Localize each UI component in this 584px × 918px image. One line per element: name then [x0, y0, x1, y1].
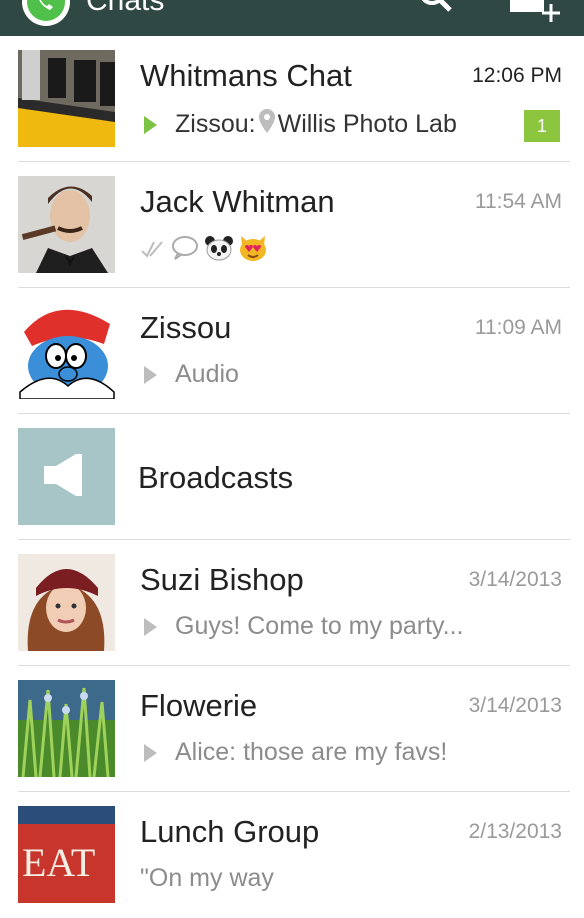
avatar — [18, 302, 115, 399]
chat-name: Suzi Bishop — [140, 562, 304, 597]
audio-indicator-icon — [144, 365, 157, 384]
avatar — [18, 680, 115, 777]
chat-preview-text: "On my way — [140, 864, 274, 892]
chat-name: Flowerie — [140, 688, 258, 723]
heart-eyes-cat-emoji-icon — [238, 234, 268, 269]
location-pin-icon — [258, 108, 276, 141]
screen-title: Chats — [86, 0, 165, 17]
chat-time: 11:09 AM — [474, 316, 562, 339]
chat-preview-text: Audio — [175, 360, 239, 388]
chat-preview — [140, 234, 272, 269]
avatar — [18, 554, 115, 651]
chat-name: Broadcasts — [138, 460, 294, 495]
chat-row-whitmans-chat[interactable]: Whitmans Chat 12:06 PM Zissou: Willis Ph… — [0, 36, 584, 162]
chat-name: Lunch Group — [140, 814, 320, 849]
app-bar: Chats — [0, 0, 584, 36]
chat-time: 12:06 PM — [472, 64, 562, 87]
chat-preview: Audio — [140, 360, 239, 389]
panda-emoji-icon — [204, 235, 234, 268]
avatar: EAT — [18, 806, 115, 903]
broadcast-avatar — [18, 428, 115, 525]
whatsapp-logo-icon — [18, 0, 74, 35]
chat-preview-text: Alice: those are my favs! — [175, 738, 448, 766]
chat-preview: "On my way — [140, 864, 274, 893]
chat-time: 11:54 AM — [474, 190, 562, 213]
double-check-icon — [140, 237, 166, 266]
chat-row-lunch-group[interactable]: EAT Lunch Group 2/13/2013 "On my way — [0, 792, 584, 918]
chat-preview: Guys! Come to my party... — [140, 612, 464, 641]
chat-preview-text: Willis Photo Lab — [277, 110, 457, 138]
chat-time: 3/14/2013 — [468, 568, 562, 591]
new-chat-icon[interactable] — [508, 0, 568, 29]
chat-name: Whitmans Chat — [140, 58, 352, 93]
chat-row-flowerie[interactable]: Flowerie 3/14/2013 Alice: those are my f… — [0, 666, 584, 792]
chat-sender: Zissou: — [175, 110, 256, 138]
sent-indicator-icon — [144, 617, 157, 636]
avatar — [18, 50, 115, 147]
chat-row-suzi-bishop[interactable]: Suzi Bishop 3/14/2013 Guys! Come to my p… — [0, 540, 584, 666]
chat-name: Zissou — [140, 310, 232, 345]
chat-row-jack-whitman[interactable]: Jack Whitman 11:54 AM — [0, 162, 584, 288]
chat-time: 3/14/2013 — [468, 694, 562, 717]
search-icon[interactable] — [414, 0, 458, 21]
chat-name: Jack Whitman — [140, 184, 335, 219]
speech-bubble-icon — [170, 235, 200, 268]
chat-time: 2/13/2013 — [468, 820, 562, 843]
chat-row-zissou[interactable]: Zissou 11:09 AM Audio — [0, 288, 584, 414]
eat-sign-icon: EAT — [22, 840, 95, 885]
chat-row-broadcasts[interactable]: Broadcasts — [0, 414, 584, 540]
unread-badge: 1 — [524, 110, 560, 142]
chat-preview-text: Guys! Come to my party... — [175, 612, 464, 640]
chat-preview: Zissou: Willis Photo Lab — [140, 108, 457, 141]
sent-indicator-icon — [144, 115, 157, 134]
avatar — [18, 176, 115, 273]
chat-preview: Alice: those are my favs! — [140, 738, 447, 767]
megaphone-icon — [44, 454, 82, 496]
sent-indicator-icon — [144, 743, 157, 762]
